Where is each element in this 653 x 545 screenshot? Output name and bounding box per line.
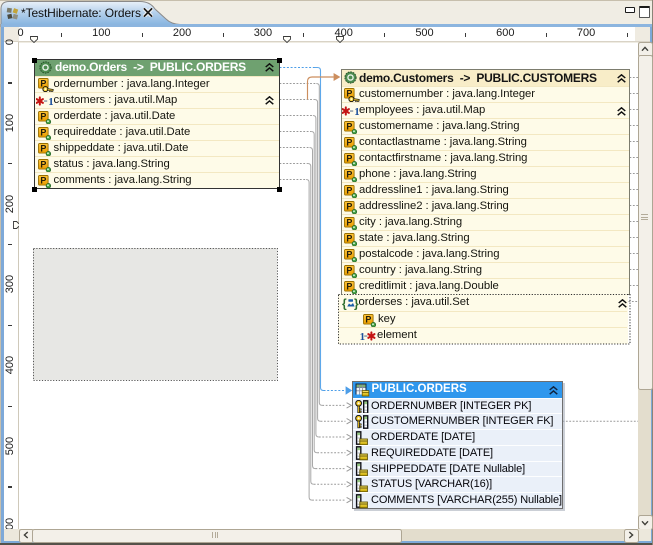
svg-text:P: P xyxy=(40,127,46,137)
svg-text:P: P xyxy=(346,233,352,243)
svg-text:P: P xyxy=(346,217,352,227)
svg-text:P: P xyxy=(346,137,352,147)
svg-text:P: P xyxy=(40,159,46,169)
svg-text:P: P xyxy=(346,265,352,275)
svg-text:P: P xyxy=(346,201,352,211)
svg-text:1: 1 xyxy=(48,96,53,108)
svg-text:P: P xyxy=(346,249,352,259)
svg-text:P: P xyxy=(40,175,46,185)
svg-text:P: P xyxy=(40,143,46,153)
svg-text:P: P xyxy=(346,153,352,163)
svg-text:P: P xyxy=(346,121,352,131)
svg-text:P: P xyxy=(346,185,352,195)
svg-text:P: P xyxy=(346,169,352,179)
svg-text:P: P xyxy=(40,111,46,121)
svg-text:P: P xyxy=(346,281,352,291)
